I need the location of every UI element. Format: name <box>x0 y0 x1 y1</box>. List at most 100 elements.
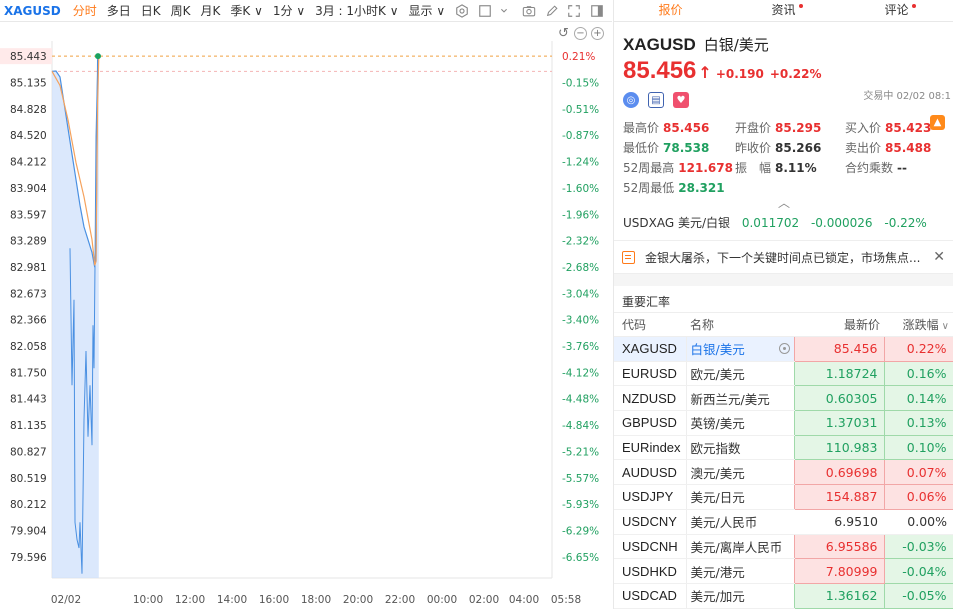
tab-multi-day[interactable]: 多日 <box>107 2 131 19</box>
table-row[interactable]: USDCNH 美元/离岸人民币 6.95586 -0.03% <box>614 533 953 560</box>
range-dropdown[interactable]: 3月 : 1小时K ∨ <box>315 2 398 19</box>
interval-dropdown[interactable]: 1分 ∨ <box>273 2 305 19</box>
pct-tick-label: -4.84% <box>562 420 599 432</box>
stat-label: 最低价 <box>623 141 660 155</box>
rate-code: USDHKD <box>614 558 686 584</box>
col-pct[interactable]: 涨跌幅 ∨ <box>884 312 953 337</box>
collapse-chevron-icon[interactable]: ︿ <box>623 196 945 210</box>
table-row[interactable]: USDCNY 美元/人民币 6.9510 0.00% <box>614 509 953 535</box>
bell-icon[interactable]: ▲ <box>930 115 945 130</box>
panel-toggle-icon[interactable] <box>589 3 603 19</box>
rate-price: 1.37031 <box>793 410 885 436</box>
y-tick-label: 82.981 <box>10 262 47 274</box>
rate-code: USDCNY <box>614 509 686 535</box>
arrow-up-icon: ↑ <box>698 63 712 82</box>
table-row[interactable]: USDHKD 美元/港元 7.80999 -0.04% <box>614 558 953 584</box>
pct-tick-label: -3.04% <box>562 288 599 300</box>
tab-week-k[interactable]: 周K <box>171 2 191 19</box>
close-icon[interactable]: ✕ <box>933 249 945 265</box>
watch-icon[interactable] <box>778 343 790 354</box>
table-row[interactable]: USDCAD 美元/加元 1.36162 -0.05% <box>614 582 953 609</box>
x-tick-label: 05:58 <box>551 594 581 606</box>
price-change: +0.190 <box>715 67 764 81</box>
table-row[interactable]: AUDUSD 澳元/美元 0.69698 0.07% <box>614 459 953 486</box>
pct-tick-label: -5.93% <box>562 499 599 511</box>
usdxag-row[interactable]: USDXAG 美元/白银 0.011702 -0.000026 -0.22% <box>614 210 953 236</box>
chart-toolbar: XAGUSD 分时 多日 日K 周K 月K 季K ∨ 1分 ∨ 3月 : 1小时… <box>0 0 612 22</box>
col-name[interactable]: 名称 <box>686 312 794 337</box>
last-price: 85.456 <box>623 57 697 84</box>
tab-timeshare[interactable]: 分时 <box>73 2 97 19</box>
stat-label: 昨收价 <box>735 141 772 155</box>
col-price[interactable]: 最新价 <box>794 312 884 337</box>
reset-icon[interactable]: ↺ <box>557 27 570 40</box>
rate-price: 0.69698 <box>793 459 885 486</box>
y-tick-label: 80.212 <box>10 499 47 511</box>
news-headline[interactable]: 金银大屠杀，下一个关键时间点已锁定，市场焦点... <box>645 249 927 266</box>
stat-label: 52周最高 <box>623 161 675 175</box>
rate-pct: 0.13% <box>883 410 953 436</box>
rate-name: 新西兰元/美元 <box>685 385 794 412</box>
zoom-out-icon[interactable]: − <box>574 27 587 40</box>
rate-name-text: 美元/港元 <box>690 564 745 580</box>
pct-tick-label: -2.32% <box>562 236 599 248</box>
table-row[interactable]: USDJPY 美元/日元 154.887 0.06% <box>614 484 953 510</box>
stat-value: 85.423 <box>885 121 932 135</box>
symbol-label[interactable]: XAGUSD <box>4 4 61 18</box>
heart-icon[interactable]: ♥ <box>673 92 689 108</box>
rate-code: USDCNH <box>614 534 686 560</box>
display-dropdown[interactable]: 显示 ∨ <box>409 2 446 19</box>
news-banner[interactable]: 金银大屠杀，下一个关键时间点已锁定，市场焦点... ✕ <box>614 240 953 274</box>
y-tick-label: 84.828 <box>10 104 47 116</box>
pct-tick-label: -5.57% <box>562 473 599 485</box>
x-tick-label: 04:00 <box>509 594 539 606</box>
settings-icon[interactable] <box>455 3 469 19</box>
chevron-down-icon[interactable] <box>500 3 508 19</box>
rate-name-text: 澳元/美元 <box>690 465 745 481</box>
rates-table: 代码 名称 最新价 涨跌幅 ∨ XAGUSD 白银/美元 85.456 0.22% EUR… <box>614 312 953 609</box>
stat-label: 振 幅 <box>735 161 772 175</box>
rate-name-text: 美元/人民币 <box>690 515 758 531</box>
tab-news-label: 资讯 <box>771 3 796 17</box>
table-row[interactable]: XAGUSD 白银/美元 85.456 0.22% <box>614 336 953 362</box>
tab-comments[interactable]: 评论 <box>840 0 953 21</box>
zoom-in-icon[interactable]: + <box>591 27 604 40</box>
y-tick-label: 82.673 <box>10 288 47 300</box>
unread-dot <box>798 4 803 8</box>
tab-month-k[interactable]: 月K <box>201 2 221 19</box>
timeshare-chart[interactable]: 0.21% 85.135 -0.15% 84.828 -0.51% 84.520 -0.87… <box>0 23 612 609</box>
table-row[interactable]: GBPUSD 英镑/美元 1.37031 0.13% <box>614 410 953 436</box>
stat-item: 52周最高 121.678 <box>623 159 735 176</box>
camera-icon[interactable] <box>522 3 536 19</box>
tab-quote[interactable]: 报价 <box>614 0 727 21</box>
rate-price: 110.983 <box>793 434 885 461</box>
usdxag-label: USDXAG 美元/白银 <box>623 216 731 230</box>
pct-tick-label: -4.12% <box>562 367 599 379</box>
price-chart-svg[interactable]: 0.21% 85.135 -0.15% 84.828 -0.51% 84.520 -0.87… <box>0 23 612 609</box>
table-row[interactable]: NZDUSD 新西兰元/美元 0.60305 0.14% <box>614 385 953 412</box>
table-row[interactable]: EURindex 欧元指数 110.983 0.10% <box>614 434 953 461</box>
tab-day-k[interactable]: 日K <box>141 2 161 19</box>
table-row[interactable]: EURUSD 欧元/美元 1.18724 0.16% <box>614 360 953 387</box>
col-code[interactable]: 代码 <box>614 312 686 337</box>
rate-name: 欧元指数 <box>685 435 794 461</box>
stat-label: 最高价 <box>623 121 660 135</box>
stat-item: 最高价 85.456 <box>623 119 735 136</box>
tab-quote-label: 报价 <box>658 3 683 17</box>
stat-item: 开盘价 85.295 <box>735 119 845 136</box>
last-price-dot <box>95 53 101 60</box>
rate-code: GBPUSD <box>614 410 686 436</box>
x-tick-label: 20:00 <box>343 594 373 606</box>
fullscreen-icon[interactable] <box>567 3 581 19</box>
tab-news[interactable]: 资讯 <box>727 0 840 21</box>
tab-quarter-k-dropdown[interactable]: 季K ∨ <box>230 2 262 19</box>
globe-icon[interactable]: ◎ <box>623 92 639 108</box>
x-tick-label: 18:00 <box>301 594 331 606</box>
checkbox-icon[interactable] <box>478 3 492 19</box>
x-tick-label: 00:00 <box>427 594 457 606</box>
pencil-icon[interactable] <box>545 3 559 19</box>
y-tick-label: 81.750 <box>10 367 47 379</box>
section-divider <box>614 274 953 286</box>
stat-item: 卖出价 85.488 <box>845 139 953 156</box>
document-icon[interactable]: ▤ <box>648 92 664 108</box>
